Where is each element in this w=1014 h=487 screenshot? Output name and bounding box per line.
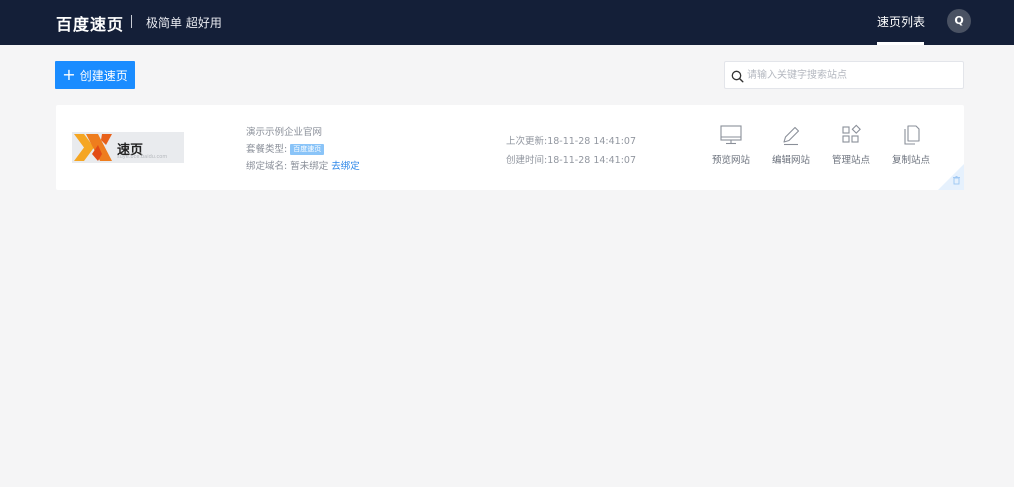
- copy-site-label: 复制站点: [891, 155, 930, 166]
- apps-grid-icon: [842, 124, 861, 143]
- suye-logo-icon: [74, 134, 112, 161]
- monitor-icon: [720, 125, 742, 145]
- site-name: 演示示例企业官网: [246, 127, 323, 138]
- logo-subtext: suye.bce.baidu.com: [117, 154, 168, 160]
- preview-site-button[interactable]: 预览网站: [706, 124, 756, 166]
- manage-site-button[interactable]: 管理站点: [826, 124, 876, 166]
- search-box[interactable]: [724, 61, 964, 89]
- preview-site-label: 预览网站: [711, 155, 750, 166]
- bind-domain-link[interactable]: 去绑定: [331, 161, 360, 172]
- site-times: 上次更新:18-11-28 14:41:07 创建时间:18-11-28 14:…: [506, 132, 636, 170]
- domain-value: 暂未绑定: [290, 161, 329, 172]
- top-navbar: 百度速页 极简单 超好用 速页列表 Q: [0, 0, 1014, 45]
- nav-active-indicator: [877, 42, 924, 45]
- trash-icon: [938, 164, 964, 190]
- user-avatar[interactable]: Q: [947, 9, 971, 33]
- site-card: 速页 suye.bce.baidu.com 演示示例企业官网 套餐类型: 百度速…: [56, 105, 964, 190]
- domain-row: 绑定域名: 暂未绑定 去绑定: [246, 158, 360, 175]
- nav-site-list[interactable]: 速页列表: [877, 13, 925, 30]
- create-site-button[interactable]: + 创建速页: [55, 61, 135, 89]
- brand-title[interactable]: 百度速页: [56, 11, 124, 35]
- create-site-label: 创建速页: [79, 68, 128, 83]
- manage-site-label: 管理站点: [831, 155, 870, 166]
- plan-row: 套餐类型: 百度速页: [246, 141, 360, 158]
- search-icon[interactable]: [731, 68, 744, 87]
- site-logo[interactable]: 速页 suye.bce.baidu.com: [72, 132, 184, 163]
- plan-label: 套餐类型:: [246, 144, 288, 155]
- edit-site-label: 编辑网站: [771, 155, 810, 166]
- plan-badge: 百度速页: [290, 144, 325, 155]
- brand-slogan: 极简单 超好用: [146, 16, 222, 30]
- delete-site-button[interactable]: [938, 164, 964, 190]
- created-time: 创建时间:18-11-28 14:41:07: [506, 155, 637, 166]
- plus-icon: +: [62, 65, 76, 84]
- edit-site-button[interactable]: 编辑网站: [766, 124, 816, 166]
- domain-label: 绑定域名:: [246, 161, 288, 172]
- last-updated: 上次更新:18-11-28 14:41:07: [506, 136, 637, 147]
- pencil-icon: [783, 126, 800, 146]
- site-info: 演示示例企业官网 套餐类型: 百度速页 绑定域名: 暂未绑定 去绑定: [246, 124, 360, 175]
- copy-site-button[interactable]: 复制站点: [886, 124, 936, 166]
- copy-icon: [904, 125, 920, 145]
- brand-divider: [131, 15, 132, 28]
- search-input[interactable]: [747, 66, 957, 84]
